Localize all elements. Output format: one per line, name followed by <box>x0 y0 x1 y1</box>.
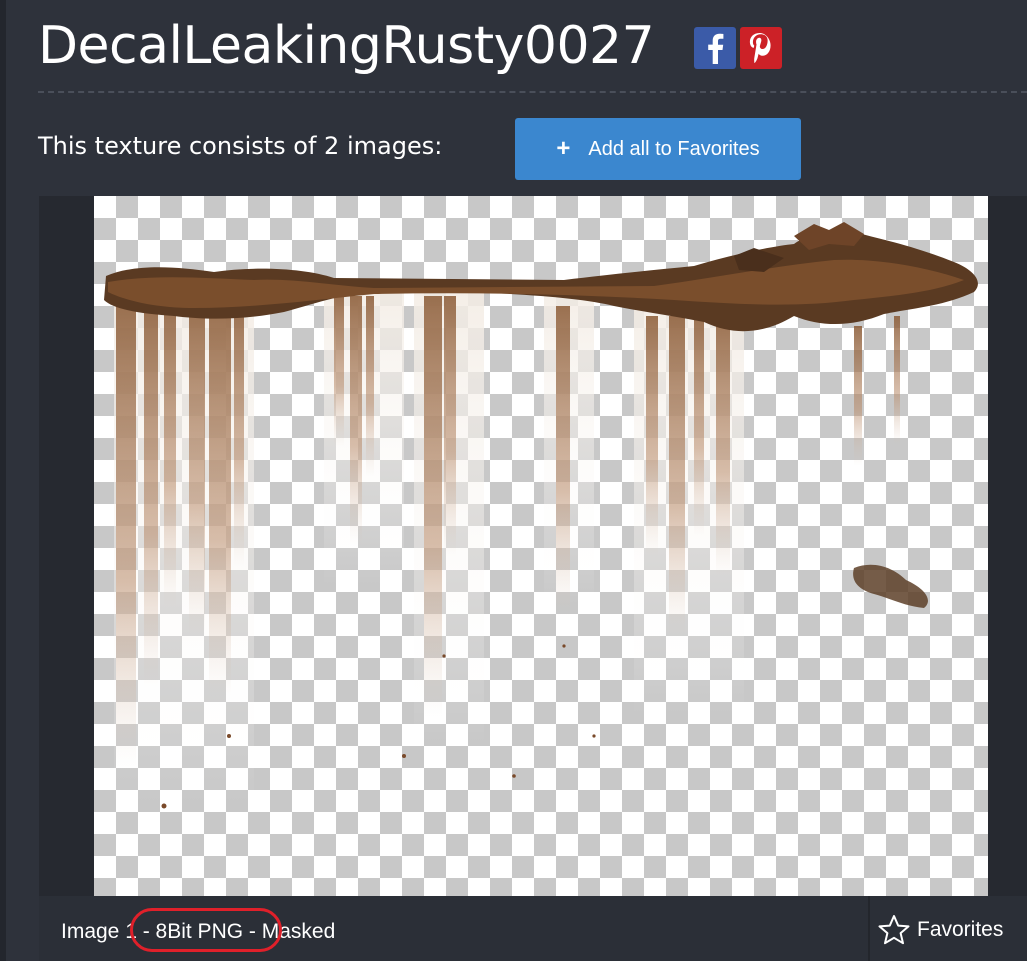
star-outline-icon <box>878 915 910 945</box>
texture-preview-image[interactable] <box>94 196 988 896</box>
image-count-text: This texture consists of 2 images: <box>38 132 443 160</box>
pinterest-icon <box>750 32 771 64</box>
add-all-to-favorites-button[interactable]: + Add all to Favorites <box>515 118 801 180</box>
format-highlight-circle <box>130 908 282 952</box>
facebook-icon <box>708 33 724 64</box>
info-row: This texture consists of 2 images: + Add… <box>38 116 1027 182</box>
texture-detail-page: DecalLeakingRusty0027 This texture consi… <box>0 0 1027 961</box>
title-divider <box>38 91 1027 93</box>
title-row: DecalLeakingRusty0027 <box>38 6 783 86</box>
facebook-share-button[interactable] <box>694 27 737 69</box>
page-title: DecalLeakingRusty0027 <box>38 16 655 76</box>
favorites-label: Favorites <box>917 918 1004 941</box>
pinterest-share-button[interactable] <box>740 27 783 69</box>
image-viewer: Image 1 - 8Bit PNG - Masked Favorites <box>39 196 1027 961</box>
image-footer-bar: Image 1 - 8Bit PNG - Masked Favorites <box>39 896 1027 961</box>
add-all-label: Add all to Favorites <box>588 137 760 160</box>
plus-icon: + <box>556 135 571 162</box>
social-buttons <box>694 27 783 69</box>
favorites-button[interactable]: Favorites <box>877 910 1003 950</box>
left-edge <box>0 0 6 961</box>
rust-leak-decal <box>104 222 978 809</box>
footer-divider <box>868 896 870 961</box>
